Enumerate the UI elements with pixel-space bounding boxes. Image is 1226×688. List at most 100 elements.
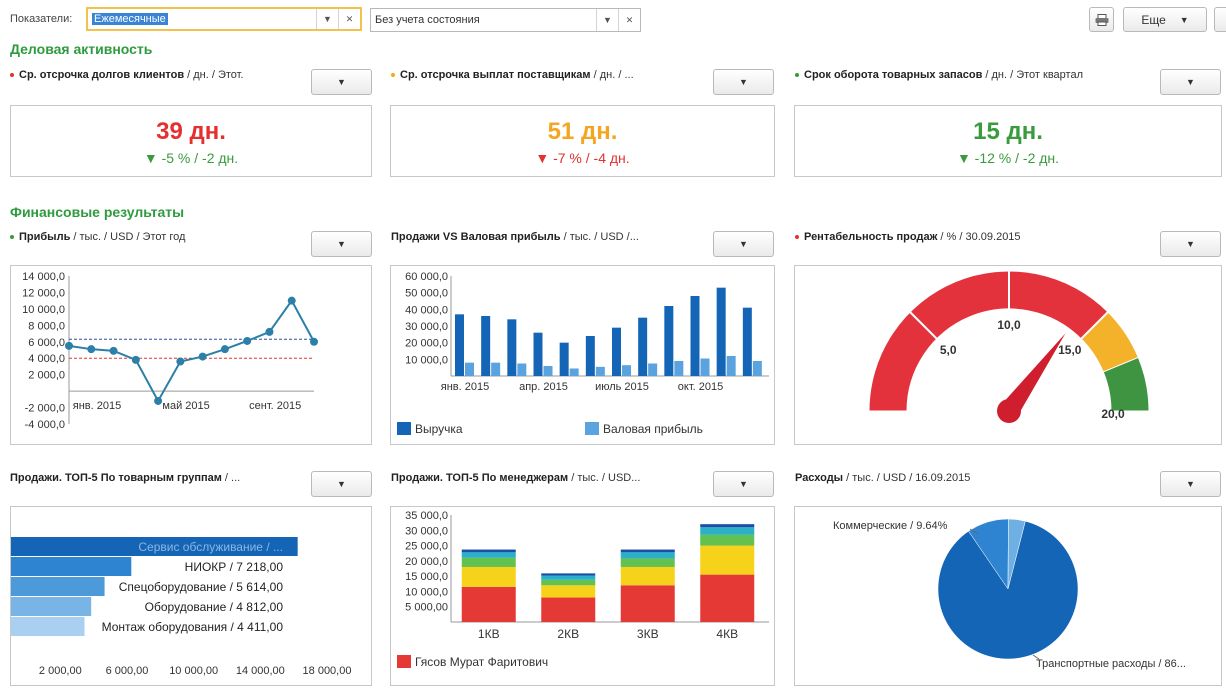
stacked-bar-segment — [541, 585, 596, 598]
x-tick-label: 1КВ — [478, 627, 500, 641]
indicators-label: Показатели: — [10, 13, 73, 25]
period-value: Ежемесячные — [92, 13, 168, 25]
legend-swatch — [397, 655, 411, 668]
widget-title: Рентабельность продаж / % / 30.09.2015 — [795, 231, 1021, 243]
printer-icon — [1095, 13, 1108, 26]
chevron-down-icon: ▼ — [739, 479, 748, 489]
gauge-needle-hub — [997, 399, 1021, 423]
x-tick-label: янв. 2015 — [441, 381, 489, 393]
kpi-value: 51 дн. — [547, 118, 618, 145]
y-tick-label: 10 000,0 — [22, 304, 65, 316]
rentab-gauge: 5,0 10,0 15,0 20,0 — [868, 270, 1150, 423]
section-business: Деловая активность — [10, 41, 153, 57]
kpi-panel: 15 дн. ▼ -12 % / -2 дн. — [794, 105, 1222, 177]
more-button[interactable]: Еще ▼ — [1123, 7, 1207, 32]
x-tick-label: апр. 2015 — [519, 381, 568, 393]
bar-gross-profit — [622, 365, 631, 376]
stacked-bar-segment — [700, 545, 755, 575]
profit-point — [154, 396, 163, 405]
bar-revenue — [664, 306, 674, 376]
widget-settings-button[interactable]: ▼ — [713, 231, 774, 257]
x-tick-label: янв. 2015 — [73, 400, 121, 412]
y-tick-label: 60 000,0 — [405, 271, 448, 283]
chevron-down-icon: ▼ — [739, 77, 748, 87]
hbar — [11, 557, 132, 576]
y-tick-label: 20 000,0 — [405, 556, 448, 568]
profit-chart-panel: 14 000,0 12 000,0 10 000,0 8 000,0 6 000,0 4 … — [10, 265, 372, 445]
profit-point — [131, 355, 140, 364]
state-select[interactable]: Без учета состояния ▼ ✕ — [370, 8, 641, 32]
profit-point — [65, 341, 73, 350]
widget-settings-button[interactable]: ▼ — [1160, 471, 1221, 497]
kpi-title: Ср. отсрочка долгов клиентов / дн. / Это… — [10, 69, 244, 81]
x-tick-label: 2КВ — [557, 627, 579, 641]
bar-revenue — [455, 314, 464, 376]
stacked-bar-segment — [541, 579, 596, 586]
widget-title: Продажи VS Валовая прибыль / тыс. / USD … — [391, 231, 639, 243]
stacked-bar-segment — [541, 573, 596, 576]
legend-label: Гясов Мурат Фаритович — [415, 655, 548, 669]
profit-point — [109, 346, 118, 355]
help-button[interactable] — [1214, 7, 1226, 32]
chevron-down-icon: ▼ — [1186, 77, 1195, 87]
stacked-bar-segment — [620, 558, 675, 567]
bar-revenue — [585, 336, 595, 376]
gauge-tick-label: 10,0 — [997, 318, 1021, 332]
clear-icon[interactable]: ✕ — [338, 9, 360, 29]
widget-settings-button[interactable]: ▼ — [311, 231, 372, 257]
rentab-gauge-panel: 5,0 10,0 15,0 20,0 — [794, 265, 1222, 445]
y-tick-label: 5 000,00 — [405, 602, 448, 614]
pie-label: Транспортные расходы / 86... — [1036, 658, 1186, 670]
top5-managers-panel: 35 000,0 30 000,0 25 000,0 20 000,0 15 000,0… — [390, 506, 775, 686]
chevron-down-icon[interactable]: ▼ — [316, 9, 338, 29]
profit-line-chart: 14 000,0 12 000,0 10 000,0 8 000,0 6 000,0 4 … — [22, 271, 318, 431]
x-tick-label: 2 000,00 — [39, 665, 82, 677]
kpi-delta: ▼ -7 % / -4 дн. — [535, 150, 630, 166]
y-tick-label: 2 000,0 — [28, 370, 65, 382]
status-dot — [795, 235, 799, 240]
bar-gross-profit — [595, 366, 605, 376]
widget-settings-button[interactable]: ▼ — [311, 471, 372, 497]
print-button[interactable] — [1089, 7, 1114, 32]
period-select[interactable]: Ежемесячные ▼ ✕ — [86, 7, 362, 31]
widget-settings-button[interactable]: ▼ — [1160, 231, 1221, 257]
widget-settings-button[interactable]: ▼ — [713, 69, 774, 95]
bar-gross-profit — [491, 362, 501, 376]
gauge-tick-label: 15,0 — [1058, 343, 1082, 357]
stacked-bar-segment — [620, 549, 675, 553]
x-tick-label: 3КВ — [637, 627, 659, 641]
bar-revenue — [559, 342, 569, 376]
state-value: Без учета состояния — [375, 14, 480, 26]
chevron-down-icon[interactable]: ▼ — [596, 9, 618, 31]
hbar-label: Монтаж оборудования / 4 411,00 — [102, 620, 284, 634]
y-tick-label: 8 000,0 — [28, 320, 65, 332]
widget-settings-button[interactable]: ▼ — [311, 69, 372, 95]
widget-settings-button[interactable]: ▼ — [713, 471, 774, 497]
stacked-bar-segment — [461, 586, 516, 622]
y-tick-label: 50 000,0 — [405, 288, 448, 300]
widget-settings-button[interactable]: ▼ — [1160, 69, 1221, 95]
kpi-value: 39 дн. — [156, 118, 226, 145]
widget-title: Прибыль / тыс. / USD / Этот год — [10, 231, 185, 243]
hbar — [11, 617, 85, 636]
pie-label: Коммерческие / 9.64% — [833, 520, 948, 532]
x-tick-label: окт. 2015 — [678, 381, 723, 393]
kpi-title: Срок оборота товарных запасов / дн. / Эт… — [795, 69, 1083, 81]
y-tick-label: 10 000,0 — [405, 586, 448, 598]
bar-gross-profit — [465, 362, 474, 376]
expenses-pie-chart: Коммерческие / 9.64% Транспортные расходы… — [833, 518, 1186, 670]
stacked-bar-segment — [541, 575, 596, 580]
hbar-label: Спецоборудование / 5 614,00 — [119, 580, 284, 594]
bar-revenue — [612, 327, 621, 376]
status-dot — [10, 235, 14, 240]
clear-icon[interactable]: ✕ — [618, 9, 640, 31]
expenses-panel: Коммерческие / 9.64% Транспортные расходы… — [794, 506, 1222, 686]
status-dot — [391, 73, 395, 78]
bar-gross-profit — [726, 356, 736, 376]
legend-label: Выручка — [415, 422, 463, 436]
kpi-delta: ▼ -5 % / -2 дн. — [143, 150, 239, 166]
x-tick-label: сент. 2015 — [249, 400, 301, 412]
x-tick-label: июль 2015 — [595, 381, 649, 393]
profit-point — [287, 296, 296, 305]
y-tick-label: -2 000,0 — [25, 403, 65, 415]
